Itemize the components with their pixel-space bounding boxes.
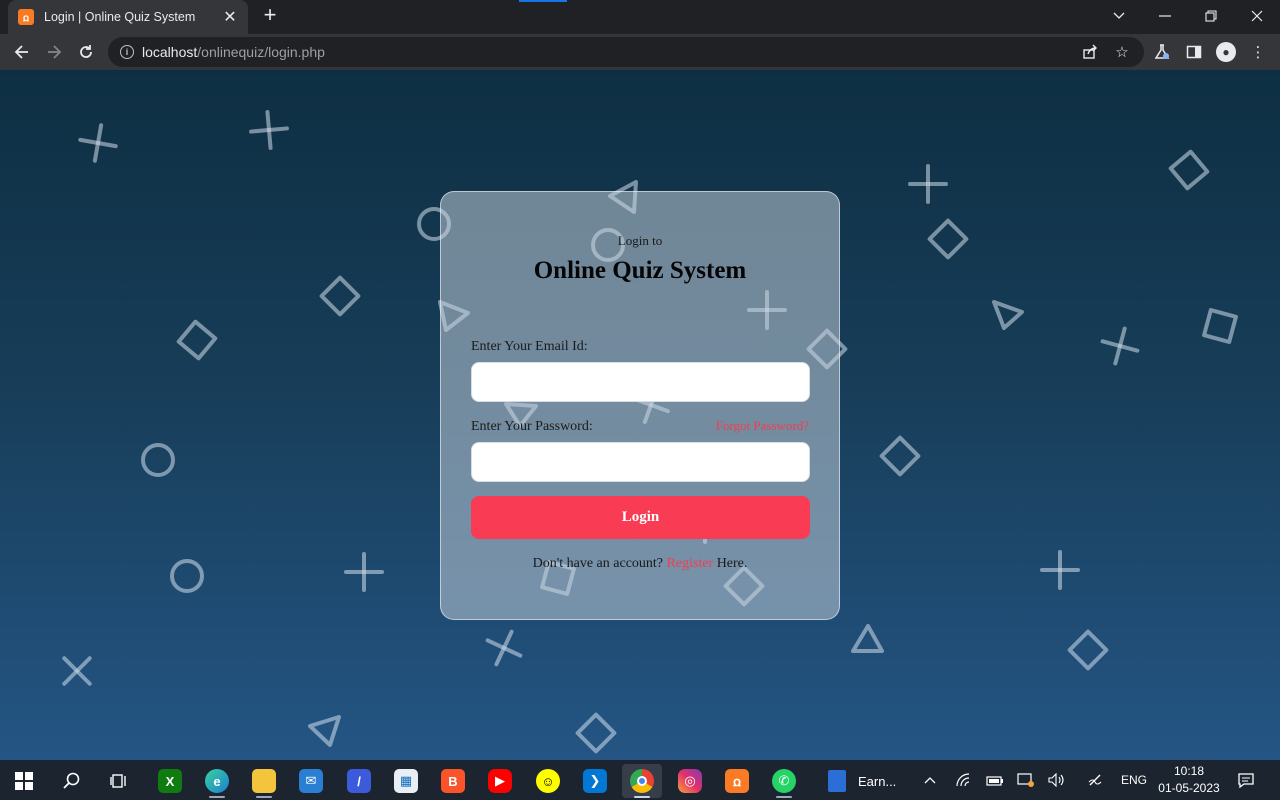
input-language[interactable]: ENG [1121, 773, 1147, 787]
tab-strip: ꭥ Login | Online Quiz System ✕ + [0, 0, 1280, 34]
vscode-icon: ❯ [583, 769, 607, 793]
task-view-icon [110, 774, 126, 788]
task-view-button[interactable] [99, 764, 139, 798]
whatsapp-icon: ✆ [772, 769, 796, 793]
labs-flask-icon[interactable] [1150, 40, 1174, 64]
taskbar-youtube[interactable]: ▶ [480, 764, 520, 798]
volume-icon[interactable] [1047, 770, 1067, 790]
taskbar-document-window[interactable]: Earn... [820, 764, 908, 798]
site-info-icon[interactable]: i [120, 45, 134, 59]
login-card: Login to Online Quiz System Enter Your E… [440, 191, 840, 620]
wifi-icon[interactable] [954, 770, 974, 790]
url-host: localhost [142, 44, 198, 60]
xampp-icon: ꭥ [725, 769, 749, 793]
reload-button[interactable] [72, 38, 100, 66]
running-indicator [209, 796, 225, 798]
taskbar-xbox[interactable]: X [150, 764, 190, 798]
snapchat-icon: ☺ [536, 769, 560, 793]
document-window-label: Earn... [858, 773, 897, 789]
taskbar-mail[interactable]: ✉ [291, 764, 331, 798]
taskbar-whatsapp[interactable]: ✆ [764, 764, 804, 798]
tab-search-button[interactable] [1096, 0, 1142, 32]
register-prefix: Don't have an account? [532, 556, 664, 571]
instagram-icon: ◎ [678, 769, 702, 793]
running-indicator [256, 796, 272, 798]
card-title: Online Quiz System [533, 257, 747, 284]
browser-toolbar: i localhost/onlinequiz/login.php ☆ ● ⋮ [0, 34, 1280, 70]
profile-avatar[interactable]: ● [1214, 40, 1238, 64]
back-button[interactable] [8, 38, 36, 66]
tab-title: Login | Online Quiz System [44, 10, 196, 24]
running-indicator [634, 796, 650, 798]
taskbar-visual-studio[interactable]: / [339, 764, 379, 798]
visual-studio-icon: / [347, 769, 371, 793]
email-field[interactable] [471, 362, 810, 402]
new-tab-button[interactable]: + [258, 4, 282, 28]
clock[interactable]: 10:18 01-05-2023 [1154, 763, 1224, 797]
battery-icon[interactable] [985, 770, 1005, 790]
notifications-icon[interactable] [1236, 770, 1256, 790]
brave-icon: B [441, 769, 465, 793]
taskbar: X e ✉ / ▦ B ▶ ☺ ❯ ◎ ꭥ ✆ Earn... ENG 10:1… [0, 760, 1280, 800]
card-subtitle: Login to [617, 233, 663, 248]
meet-now-icon[interactable] [1016, 770, 1036, 790]
address-bar[interactable]: i localhost/onlinequiz/login.php ☆ [108, 37, 1144, 67]
tab-close-icon[interactable]: ✕ [222, 7, 238, 27]
taskbar-xampp[interactable]: ꭥ [717, 764, 757, 798]
youtube-icon: ▶ [488, 769, 512, 793]
start-icon [15, 772, 33, 790]
clock-time: 10:18 [1173, 764, 1205, 778]
xampp-favicon-icon: ꭥ [18, 9, 34, 25]
document-icon [828, 770, 846, 792]
password-field[interactable] [471, 442, 810, 482]
forgot-password-link[interactable]: Forgot Password? [716, 418, 809, 434]
login-button[interactable]: Login [471, 496, 810, 539]
browser-tab[interactable]: ꭥ Login | Online Quiz System ✕ [8, 0, 248, 34]
taskbar-store[interactable]: ▦ [386, 764, 426, 798]
register-link[interactable]: Register [667, 556, 714, 571]
running-indicator [776, 796, 792, 798]
search-icon [63, 772, 80, 789]
close-window-button[interactable] [1234, 0, 1280, 32]
page-viewport: Login to Online Quiz System Enter Your E… [0, 70, 1280, 760]
search-button[interactable] [52, 764, 92, 798]
mail-icon: ✉ [299, 769, 323, 793]
taskbar-edge[interactable]: e [197, 764, 237, 798]
taskbar-brave[interactable]: B [433, 764, 473, 798]
email-label: Enter Your Email Id: [471, 339, 588, 354]
share-icon[interactable] [1080, 42, 1100, 62]
side-panel-icon[interactable] [1182, 40, 1206, 64]
register-suffix: Here. [716, 556, 748, 571]
forward-button[interactable] [40, 38, 68, 66]
taskbar-instagram[interactable]: ◎ [670, 764, 710, 798]
tab-loading-indicator [519, 0, 567, 2]
more-menu-icon[interactable]: ⋮ [1246, 40, 1270, 64]
chrome-dev-icon [630, 769, 654, 793]
taskbar-chrome-dev[interactable] [622, 764, 662, 798]
start-button[interactable] [4, 764, 44, 798]
xbox-icon: X [158, 769, 182, 793]
url-path: /onlinequiz/login.php [197, 44, 325, 60]
password-label: Enter Your Password: [471, 419, 593, 434]
register-prompt: Don't have an account? Register Here. [441, 556, 839, 572]
taskbar-vscode[interactable]: ❯ [575, 764, 615, 798]
store-icon: ▦ [394, 769, 418, 793]
pen-menu-icon[interactable] [1085, 770, 1105, 790]
taskbar-snapchat[interactable]: ☺ [528, 764, 568, 798]
taskbar-file-explorer[interactable] [244, 764, 284, 798]
file-explorer-icon [252, 769, 276, 793]
minimize-button[interactable] [1142, 0, 1188, 32]
clock-date: 01-05-2023 [1158, 781, 1220, 795]
restore-button[interactable] [1188, 0, 1234, 32]
edge-icon: e [205, 769, 229, 793]
bookmark-star-icon[interactable]: ☆ [1112, 42, 1132, 62]
show-hidden-icons-chevron-up-icon[interactable] [920, 770, 940, 790]
